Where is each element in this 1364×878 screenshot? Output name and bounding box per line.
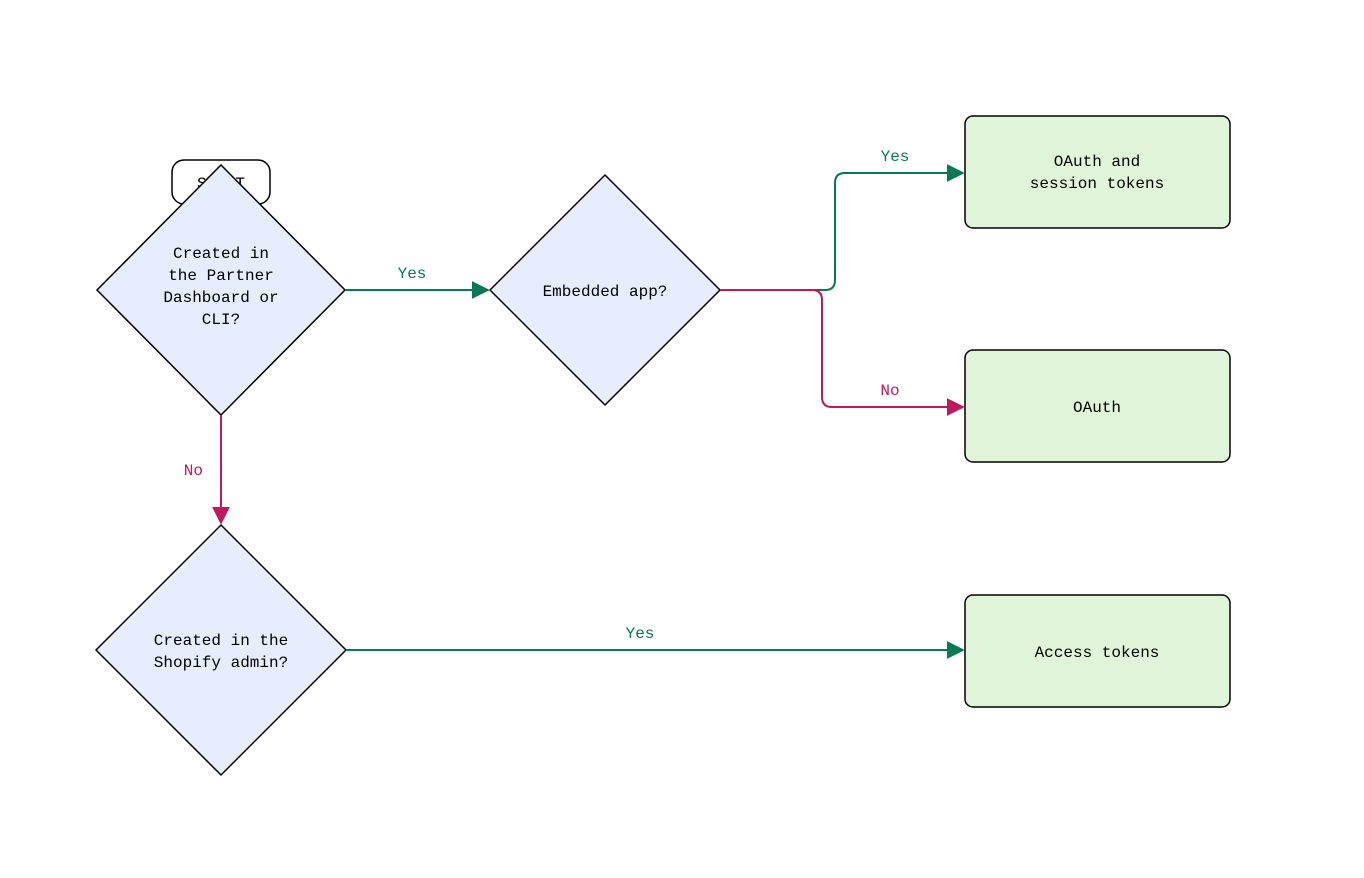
decision-partner-dashboard-or-cli: Created in the Partner Dashboard or CLI? [97, 165, 345, 415]
decision-shopify-admin: Created in the Shopify admin? [96, 525, 346, 775]
decision1-line3: Dashboard or [163, 289, 278, 307]
flowchart: START Created in the Partner Dashboard o… [0, 0, 1364, 878]
decision2-label: Embedded app? [543, 283, 668, 301]
edge-d3-yes: Yes [346, 625, 963, 650]
outcome1-line2: session tokens [1030, 175, 1164, 193]
outcome2-label: OAuth [1073, 399, 1121, 417]
decision3-line2: Shopify admin? [154, 654, 288, 672]
outcome-oauth-session-tokens: OAuth and session tokens [965, 116, 1230, 228]
edge-d3-yes-label: Yes [626, 625, 655, 643]
outcome1-line1: OAuth and [1054, 153, 1140, 171]
outcome-access-tokens: Access tokens [965, 595, 1230, 707]
edge-d1-no: No [184, 415, 221, 523]
outcome3-label: Access tokens [1035, 644, 1160, 662]
edge-d2-yes: Yes [720, 148, 963, 290]
edge-d2-yes-label: Yes [881, 148, 910, 166]
edge-d1-yes: Yes [345, 265, 488, 290]
decision-embedded-app: Embedded app? [490, 175, 720, 405]
decision1-line4: CLI? [202, 311, 240, 329]
decision1-line2: the Partner [168, 267, 274, 285]
edge-d1-no-label: No [184, 462, 203, 480]
outcome-oauth: OAuth [965, 350, 1230, 462]
decision1-line1: Created in [173, 245, 269, 263]
edge-d2-no: No [720, 290, 963, 407]
edge-d2-no-label: No [880, 382, 899, 400]
decision3-line1: Created in the [154, 632, 288, 650]
edge-d1-yes-label: Yes [398, 265, 427, 283]
